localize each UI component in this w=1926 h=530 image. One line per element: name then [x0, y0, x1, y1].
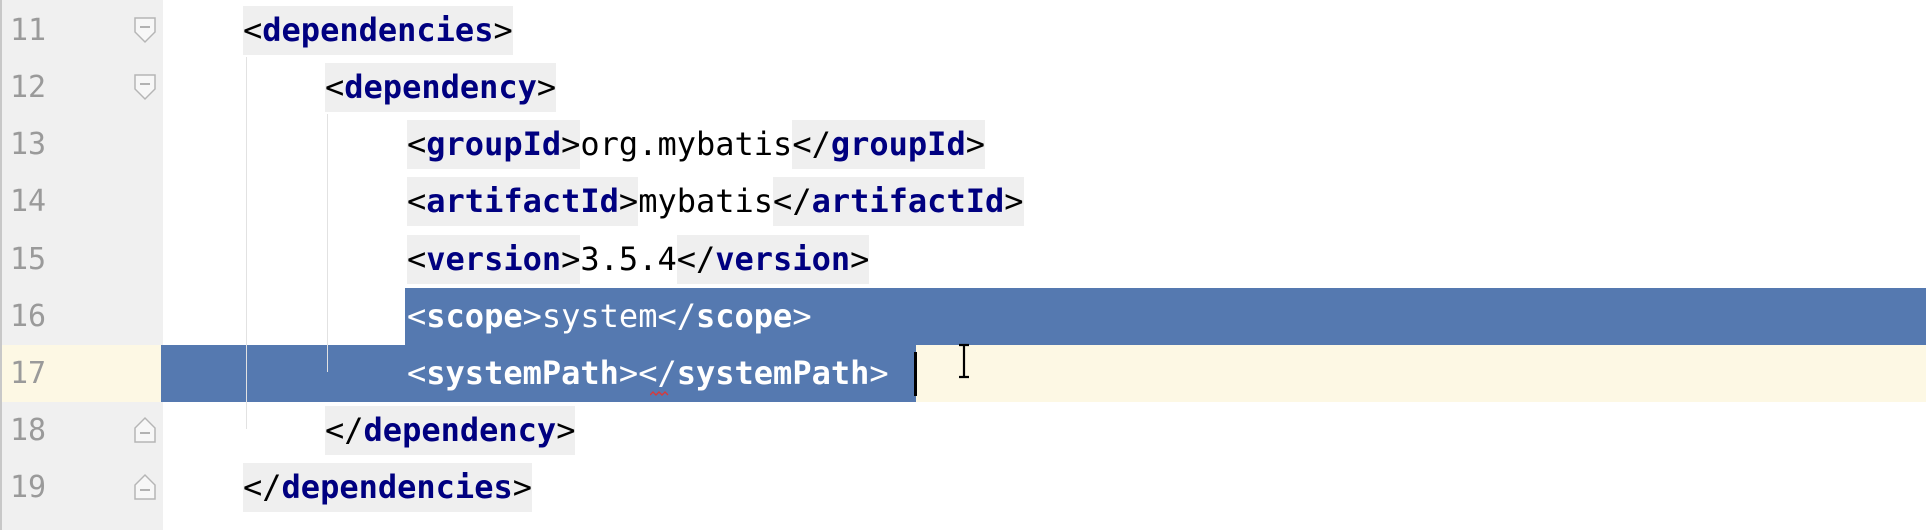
- spellcheck-squiggle-icon: [650, 391, 669, 396]
- tag-name: groupId: [830, 125, 966, 163]
- bracket: >: [1004, 182, 1024, 220]
- ibeam-cursor-icon: [959, 343, 969, 379]
- tag-name: scope: [426, 297, 523, 335]
- bracket: <: [407, 125, 427, 163]
- bracket: >: [561, 125, 581, 163]
- fold-open-icon[interactable]: [133, 16, 157, 44]
- bracket: >: [556, 411, 576, 449]
- code-content: </dependency>: [325, 402, 576, 459]
- bracket: >: [561, 240, 581, 278]
- tag-name: dependency: [344, 68, 537, 106]
- bracket: </: [243, 468, 282, 506]
- bracket: <: [407, 354, 427, 392]
- tag-name: artifactId: [811, 182, 1005, 220]
- line-number: 12: [10, 70, 47, 105]
- element-text: org.mybatis: [580, 125, 793, 163]
- bracket: </: [792, 125, 831, 163]
- line-number: 15: [10, 242, 47, 277]
- xml-close-tag: </groupId>: [792, 120, 985, 169]
- bracket: <: [407, 182, 427, 220]
- line-number: 17: [10, 356, 47, 391]
- tag-name: artifactId: [426, 182, 619, 220]
- code-content: <dependency>: [325, 59, 557, 116]
- code-content: <dependencies>: [243, 2, 513, 59]
- tag-name: groupId: [426, 125, 562, 163]
- code-line[interactable]: 12 <dependency>: [0, 59, 1926, 116]
- xml-open-tag: <groupId>: [407, 120, 581, 169]
- bracket: </: [325, 411, 364, 449]
- bracket: </: [638, 354, 677, 392]
- xml-open-tag: <artifactId>: [407, 177, 639, 226]
- tag-name: dependencies: [262, 11, 494, 49]
- bracket: >: [618, 354, 639, 392]
- tag-name: systemPath: [426, 354, 619, 392]
- code-line[interactable]: 14 <artifactId>mybatis</artifactId>: [0, 173, 1926, 230]
- code-content: <systemPath></systemPath>: [407, 345, 889, 402]
- xml-close-tag: </version>: [676, 235, 870, 284]
- text-caret: [914, 352, 917, 396]
- bracket: <: [325, 68, 345, 106]
- code-line[interactable]: 11 <dependencies>: [0, 2, 1926, 59]
- line-number: 18: [10, 413, 47, 448]
- code-line[interactable]: 18 </dependency>: [0, 402, 1926, 459]
- bracket: >: [536, 68, 557, 106]
- tag-name: version: [715, 240, 851, 278]
- code-content: <version>3.5.4</version>: [407, 231, 870, 288]
- xml-close-tag: </dependencies>: [243, 463, 532, 512]
- bracket: >: [869, 354, 889, 392]
- xml-open-tag: <version>: [407, 235, 581, 284]
- fold-open-icon[interactable]: [133, 73, 157, 101]
- line-number: 16: [10, 299, 47, 334]
- bracket: >: [618, 182, 639, 220]
- code-line[interactable]: 13 <groupId>org.mybatis</groupId>: [0, 116, 1926, 173]
- bracket: >: [493, 11, 513, 49]
- xml-open-tag: <scope>: [407, 292, 542, 341]
- tag-name: dependency: [363, 411, 557, 449]
- bracket: <: [407, 240, 427, 278]
- line-number: 13: [10, 127, 47, 162]
- fold-close-icon[interactable]: [133, 416, 157, 444]
- bracket: <: [243, 11, 263, 49]
- code-content: <artifactId>mybatis</artifactId>: [407, 173, 1024, 230]
- xml-close-tag: </scope>: [657, 292, 811, 341]
- bracket: <: [407, 297, 427, 335]
- bracket: </: [773, 182, 812, 220]
- xml-open-tag: <dependencies>: [243, 6, 513, 55]
- line-number: 19: [10, 470, 47, 505]
- element-text: 3.5.4: [580, 240, 677, 278]
- bracket: </: [657, 297, 696, 335]
- xml-close-tag: </artifactId>: [773, 177, 1024, 226]
- bracket: >: [792, 297, 812, 335]
- code-line[interactable]: 16 <scope>system</scope>: [0, 288, 1926, 345]
- xml-close-tag: </systemPath>: [638, 349, 888, 398]
- tag-name: scope: [695, 297, 793, 335]
- bracket: >: [965, 125, 985, 163]
- line-number: 14: [10, 184, 47, 219]
- bracket: </: [676, 240, 716, 278]
- code-line[interactable]: 19 </dependencies>: [0, 459, 1926, 516]
- element-text: mybatis: [638, 182, 774, 220]
- tag-name: version: [426, 240, 562, 278]
- tag-name: dependencies: [281, 468, 513, 506]
- xml-close-tag: </dependency>: [325, 406, 576, 455]
- code-line[interactable]: 15 <version>3.5.4</version>: [0, 231, 1926, 288]
- bracket: >: [512, 468, 532, 506]
- code-content: <groupId>org.mybatis</groupId>: [407, 116, 985, 173]
- xml-open-tag: <systemPath>: [407, 349, 638, 398]
- fold-close-icon[interactable]: [133, 473, 157, 501]
- element-text: system: [541, 297, 658, 335]
- line-number: 11: [10, 13, 47, 48]
- tag-name: systemPath: [676, 354, 870, 392]
- xml-open-tag: <dependency>: [325, 63, 557, 112]
- bracket: >: [850, 240, 870, 278]
- code-content: </dependencies>: [243, 459, 532, 516]
- bracket: >: [522, 297, 542, 335]
- code-content: <scope>system</scope>: [407, 288, 812, 345]
